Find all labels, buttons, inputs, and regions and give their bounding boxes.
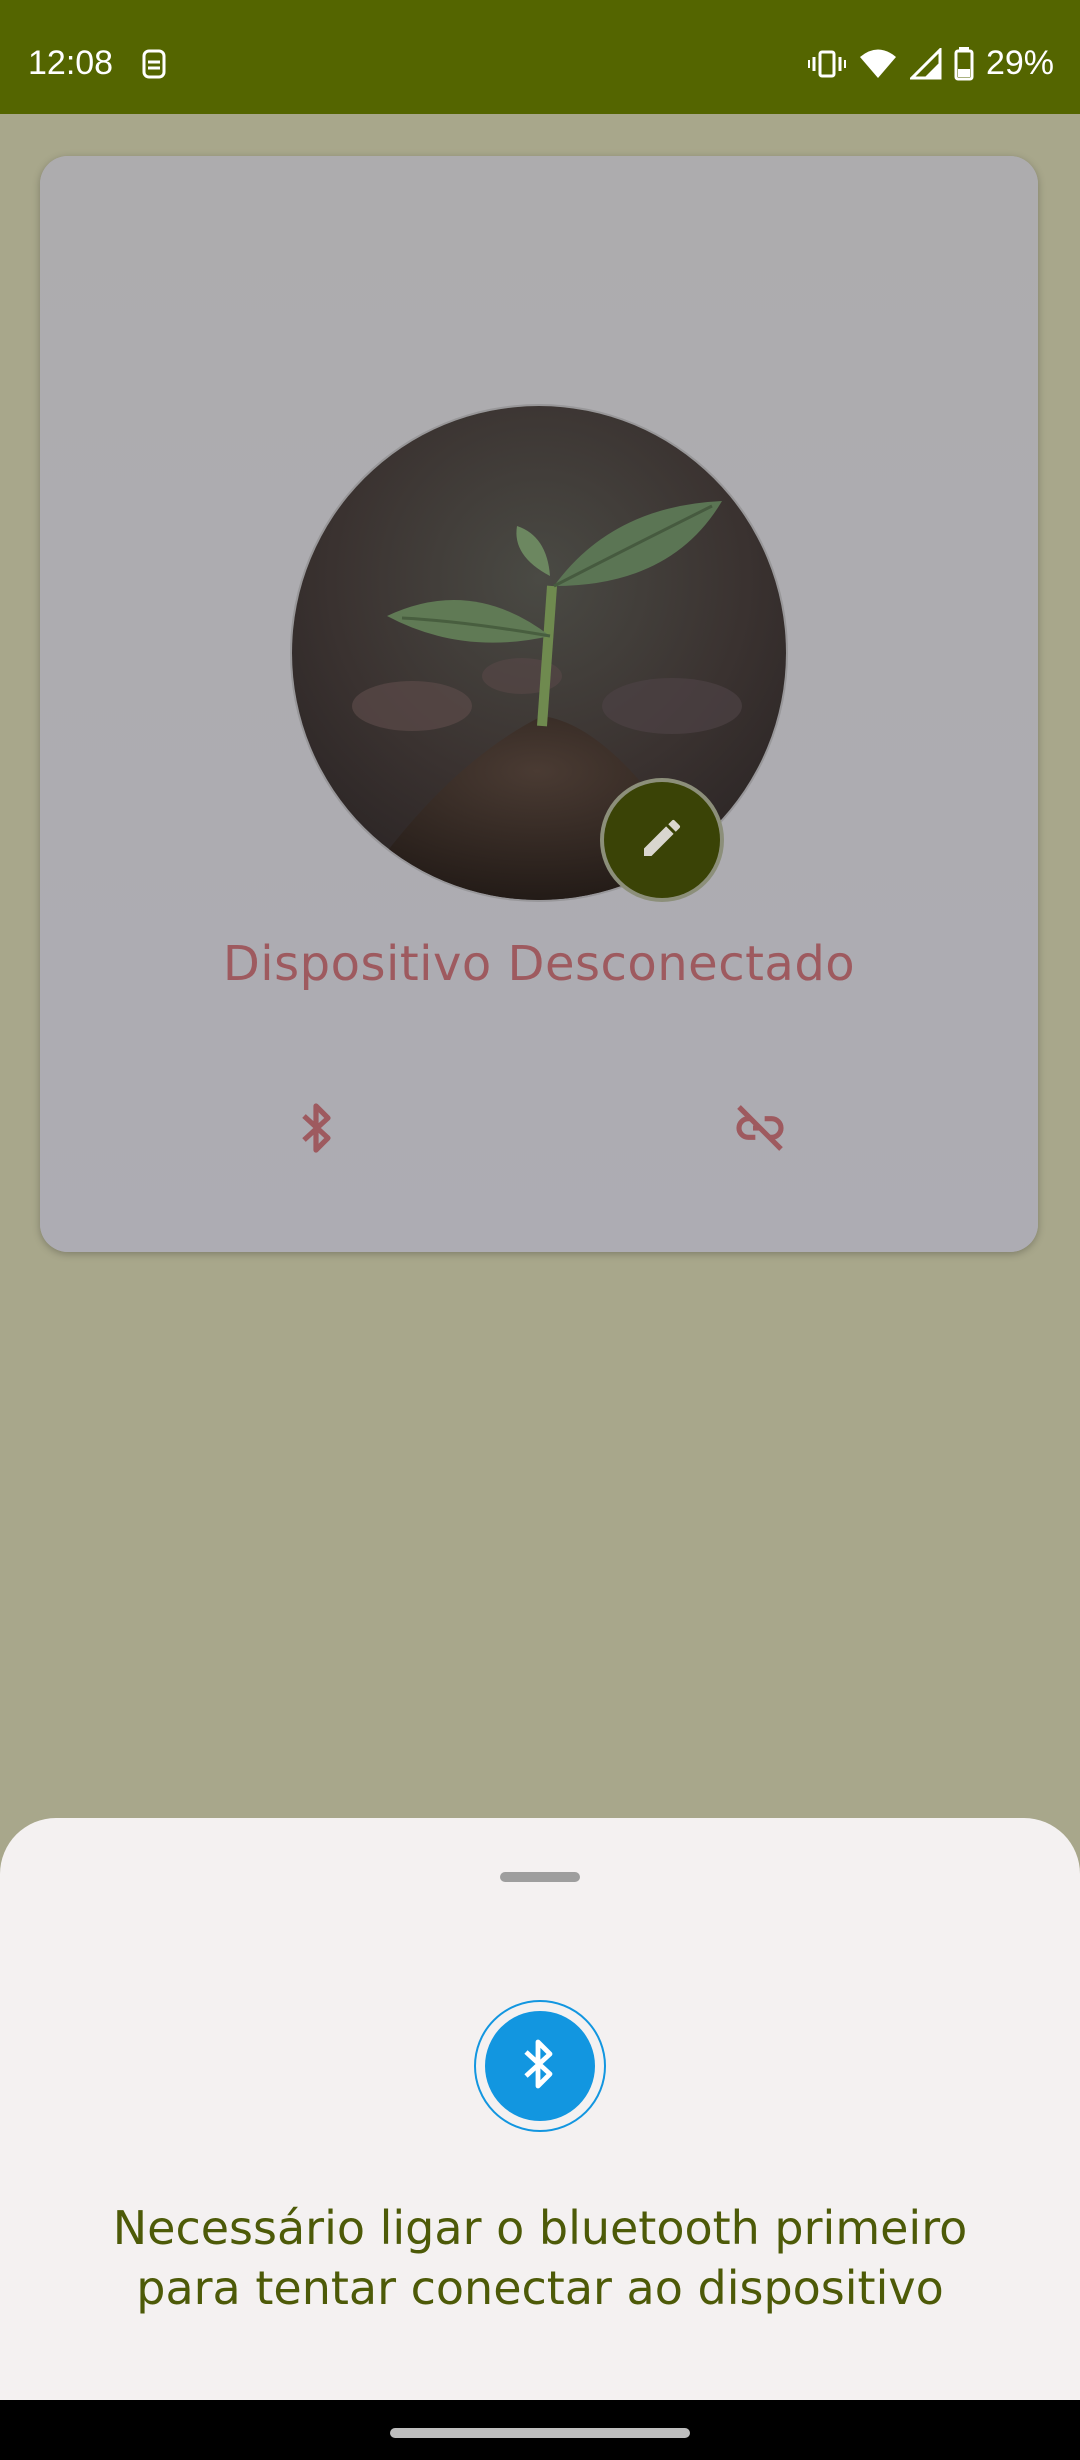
pencil-icon bbox=[638, 814, 686, 866]
edit-avatar-button[interactable] bbox=[604, 782, 720, 898]
disconnect-button[interactable] bbox=[730, 1100, 790, 1160]
bluetooth-icon bbox=[520, 2035, 560, 2097]
status-time: 12:08 bbox=[28, 44, 114, 82]
cellular-signal-icon bbox=[909, 47, 942, 80]
device-card: Dispositivo Desconectado bbox=[40, 156, 1038, 1252]
link-off-icon bbox=[732, 1100, 788, 1160]
wifi-icon bbox=[858, 48, 898, 80]
sim-card-icon bbox=[140, 48, 168, 80]
battery-icon bbox=[954, 46, 974, 81]
battery-percentage: 29% bbox=[985, 44, 1054, 82]
bluetooth-connect-button[interactable] bbox=[288, 1100, 348, 1160]
bluetooth-required-message: Necessário ligar o bluetooth primeiro pa… bbox=[40, 2198, 1040, 2318]
device-status-text: Dispositivo Desconectado bbox=[222, 936, 856, 992]
bluetooth-badge bbox=[474, 2000, 606, 2132]
status-bar: 12:08 29% bbox=[0, 0, 1080, 114]
home-indicator[interactable] bbox=[390, 2428, 690, 2438]
message-line-2: para tentar conectar ao dispositivo bbox=[136, 2261, 944, 2315]
bluetooth-required-sheet: Necessário ligar o bluetooth primeiro pa… bbox=[0, 1818, 1080, 2400]
navigation-bar bbox=[0, 2400, 1080, 2460]
bluetooth-icon bbox=[298, 1100, 338, 1160]
drag-handle[interactable] bbox=[500, 1872, 580, 1882]
vibrate-icon bbox=[807, 49, 846, 79]
message-line-1: Necessário ligar o bluetooth primeiro bbox=[112, 2201, 968, 2255]
